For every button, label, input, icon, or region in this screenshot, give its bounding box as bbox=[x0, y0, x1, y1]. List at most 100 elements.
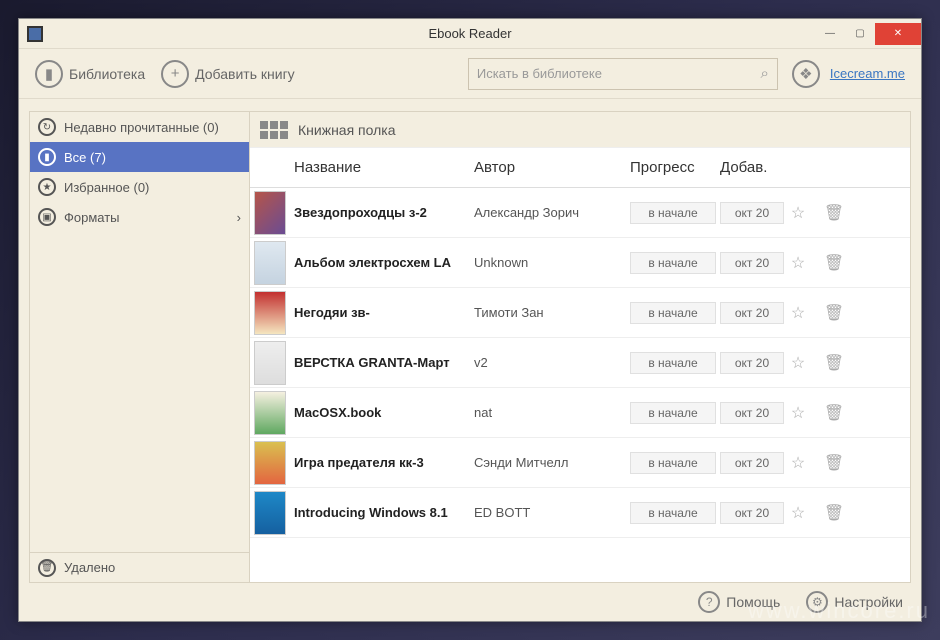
toolbar: ▮ Библиотека + Добавить книгу ⌕ ❖ Icecre… bbox=[19, 49, 921, 99]
sidebar-item-format[interactable]: ▣ Форматы › bbox=[30, 202, 249, 232]
added-badge: окт 20 bbox=[720, 452, 784, 474]
favorite-icon[interactable]: ☆ bbox=[788, 253, 808, 273]
gear-icon: ⚙ bbox=[806, 591, 828, 613]
chevron-right-icon: › bbox=[237, 210, 241, 225]
book-icon: ▮ bbox=[35, 60, 63, 88]
brand-icon: ❖ bbox=[792, 60, 820, 88]
col-title[interactable]: Название bbox=[290, 159, 470, 176]
sidebar-item-recent[interactable]: ↻ Недавно прочитанные (0) bbox=[30, 112, 249, 142]
table-row[interactable]: Альбом электросхем LA Unknown в начале о… bbox=[250, 238, 910, 288]
footer: ? Помощь ⚙ Настройки bbox=[19, 583, 921, 621]
book-cover bbox=[254, 491, 286, 535]
library-button[interactable]: ▮ Библиотека bbox=[29, 56, 151, 92]
added-badge: окт 20 bbox=[720, 502, 784, 524]
format-icon: ▣ bbox=[38, 208, 56, 226]
settings-label: Настройки bbox=[834, 594, 903, 610]
progress-badge: в начале bbox=[630, 402, 716, 424]
main-title: Книжная полка bbox=[298, 122, 396, 138]
book-author: Unknown bbox=[470, 255, 630, 270]
search-icon[interactable]: ⌕ bbox=[760, 65, 768, 82]
table-body: Звездопроходцы з-2 Александр Зорич в нач… bbox=[250, 188, 910, 538]
progress-badge: в начале bbox=[630, 452, 716, 474]
table-row[interactable]: Негодяи зв- Тимоти Зан в начале окт 20 ☆… bbox=[250, 288, 910, 338]
delete-icon[interactable]: 🗑 bbox=[824, 203, 844, 223]
progress-badge: в начале bbox=[630, 352, 716, 374]
library-label: Библиотека bbox=[69, 66, 145, 82]
added-badge: окт 20 bbox=[720, 252, 784, 274]
book-author: v2 bbox=[470, 355, 630, 370]
close-button[interactable]: ✕ bbox=[875, 23, 921, 45]
plus-icon: + bbox=[161, 60, 189, 88]
add-book-label: Добавить книгу bbox=[195, 66, 295, 82]
added-badge: окт 20 bbox=[720, 302, 784, 324]
table-row[interactable]: Introducing Windows 8.1 ED BOTT в начале… bbox=[250, 488, 910, 538]
favorite-icon[interactable]: ☆ bbox=[788, 403, 808, 423]
sidebar: ↻ Недавно прочитанные (0) ▮ Все (7) ★ Из… bbox=[29, 111, 249, 583]
delete-icon[interactable]: 🗑 bbox=[824, 253, 844, 273]
sidebar-item-all[interactable]: ▮ Все (7) bbox=[30, 142, 249, 172]
delete-icon[interactable]: 🗑 bbox=[824, 453, 844, 473]
add-book-button[interactable]: + Добавить книгу bbox=[155, 56, 301, 92]
delete-icon[interactable]: 🗑 bbox=[824, 403, 844, 423]
progress-badge: в начале bbox=[630, 252, 716, 274]
favorite-icon[interactable]: ☆ bbox=[788, 453, 808, 473]
trash-icon: 🗑 bbox=[38, 559, 56, 577]
recent-icon: ↻ bbox=[38, 118, 56, 136]
col-author[interactable]: Автор bbox=[470, 159, 630, 176]
minimize-button[interactable]: — bbox=[815, 23, 845, 45]
search-input[interactable] bbox=[477, 66, 761, 81]
book-title: Introducing Windows 8.1 bbox=[290, 505, 470, 520]
book-cover bbox=[254, 341, 286, 385]
table-row[interactable]: Игра предателя кк-3 Сэнди Митчелл в нача… bbox=[250, 438, 910, 488]
search-box[interactable]: ⌕ bbox=[468, 58, 778, 90]
table-row[interactable]: MacOSX.book nat в начале окт 20 ☆ 🗑 bbox=[250, 388, 910, 438]
sidebar-deleted[interactable]: 🗑 Удалено bbox=[30, 552, 249, 582]
book-author: ED BOTT bbox=[470, 505, 630, 520]
all-icon: ▮ bbox=[38, 148, 56, 166]
delete-icon[interactable]: 🗑 bbox=[824, 503, 844, 523]
main-header: Книжная полка bbox=[250, 112, 910, 148]
grid-view-icon[interactable] bbox=[260, 121, 288, 139]
brand-link[interactable]: Icecream.me bbox=[830, 66, 905, 81]
book-author: nat bbox=[470, 405, 630, 420]
book-title: Негодяи зв- bbox=[290, 305, 470, 320]
titlebar: Ebook Reader — ▢ ✕ bbox=[19, 19, 921, 49]
book-title: MacOSX.book bbox=[290, 405, 470, 420]
book-cover bbox=[254, 191, 286, 235]
table-row[interactable]: Звездопроходцы з-2 Александр Зорич в нач… bbox=[250, 188, 910, 238]
delete-icon[interactable]: 🗑 bbox=[824, 303, 844, 323]
maximize-button[interactable]: ▢ bbox=[845, 23, 875, 45]
sidebar-item-label: Все (7) bbox=[64, 150, 106, 165]
help-button[interactable]: ? Помощь bbox=[692, 587, 786, 617]
brand-button[interactable]: ❖ Icecream.me bbox=[786, 56, 911, 92]
star-icon: ★ bbox=[38, 178, 56, 196]
book-author: Александр Зорич bbox=[470, 205, 630, 220]
favorite-icon[interactable]: ☆ bbox=[788, 303, 808, 323]
favorite-icon[interactable]: ☆ bbox=[788, 203, 808, 223]
book-title: ВЕРСТКА GRANTA-Март bbox=[290, 355, 470, 370]
book-title: Игра предателя кк-3 bbox=[290, 455, 470, 470]
sidebar-deleted-label: Удалено bbox=[64, 560, 115, 575]
table-header: Название Автор Прогресс Добав. bbox=[250, 148, 910, 188]
app-icon bbox=[27, 26, 43, 42]
delete-icon[interactable]: 🗑 bbox=[824, 353, 844, 373]
favorite-icon[interactable]: ☆ bbox=[788, 503, 808, 523]
sidebar-item-star[interactable]: ★ Избранное (0) bbox=[30, 172, 249, 202]
book-cover bbox=[254, 241, 286, 285]
progress-badge: в начале bbox=[630, 202, 716, 224]
sidebar-item-label: Недавно прочитанные (0) bbox=[64, 120, 219, 135]
col-progress[interactable]: Прогресс bbox=[630, 159, 720, 176]
progress-badge: в начале bbox=[630, 502, 716, 524]
app-window: Ebook Reader — ▢ ✕ ▮ Библиотека + Добави… bbox=[18, 18, 922, 622]
content: ↻ Недавно прочитанные (0) ▮ Все (7) ★ Из… bbox=[19, 99, 921, 583]
book-cover bbox=[254, 391, 286, 435]
book-title: Звездопроходцы з-2 bbox=[290, 205, 470, 220]
added-badge: окт 20 bbox=[720, 402, 784, 424]
settings-button[interactable]: ⚙ Настройки bbox=[800, 587, 909, 617]
table-row[interactable]: ВЕРСТКА GRANTA-Март v2 в начале окт 20 ☆… bbox=[250, 338, 910, 388]
window-controls: — ▢ ✕ bbox=[815, 23, 921, 45]
window-title: Ebook Reader bbox=[19, 26, 921, 41]
help-icon: ? bbox=[698, 591, 720, 613]
col-added[interactable]: Добав. bbox=[720, 159, 788, 176]
favorite-icon[interactable]: ☆ bbox=[788, 353, 808, 373]
